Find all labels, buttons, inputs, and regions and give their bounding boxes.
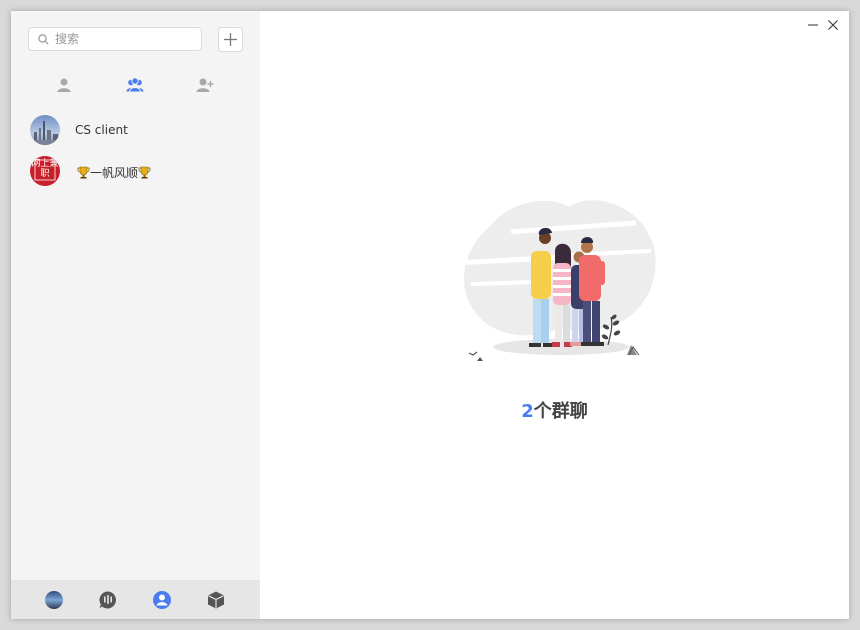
- minimize-icon: [808, 24, 818, 26]
- tab-friends[interactable]: [49, 75, 79, 95]
- group-count-suffix: 个群聊: [533, 401, 588, 422]
- chat-icon[interactable]: [98, 590, 118, 610]
- sidebar: CS client 网上兼职 一帆风顺: [11, 11, 260, 619]
- search-icon: [38, 34, 49, 45]
- app-window: CS client 网上兼职 一帆风顺: [11, 11, 849, 619]
- list-item[interactable]: 网上兼职 一帆风顺: [11, 152, 260, 192]
- tab-groups[interactable]: [119, 75, 149, 95]
- group-friends-illustration: [464, 200, 656, 361]
- person-add-icon: [196, 78, 214, 92]
- search-input[interactable]: [55, 30, 195, 48]
- tab-add-friend[interactable]: [189, 75, 219, 95]
- group-icon: [126, 77, 144, 93]
- group-count: 2: [521, 401, 534, 422]
- profile-avatar-icon[interactable]: [44, 590, 64, 610]
- avatar-text: 网上兼职: [31, 159, 59, 179]
- minimize-button[interactable]: [805, 17, 821, 33]
- plus-icon: [224, 33, 237, 46]
- trophy-icon: [138, 166, 151, 179]
- contact-name-wrap: 一帆风顺: [77, 164, 151, 181]
- bottom-nav: [11, 580, 260, 619]
- person-icon: [57, 78, 71, 92]
- contacts-icon[interactable]: [152, 590, 172, 610]
- contact-name: 一帆风顺: [90, 166, 139, 180]
- skyline-avatar: [30, 115, 60, 145]
- cube-icon[interactable]: [206, 590, 226, 610]
- group-count-label: 2个群聊: [260, 397, 849, 423]
- close-button[interactable]: [825, 17, 841, 33]
- add-button[interactable]: [218, 27, 243, 52]
- contact-name: CS client: [75, 123, 128, 137]
- search-box[interactable]: [28, 27, 202, 51]
- trophy-icon: [77, 166, 90, 179]
- list-item[interactable]: CS client: [11, 111, 260, 151]
- red-badge-avatar: 网上兼职: [30, 156, 60, 186]
- close-icon: [828, 20, 838, 30]
